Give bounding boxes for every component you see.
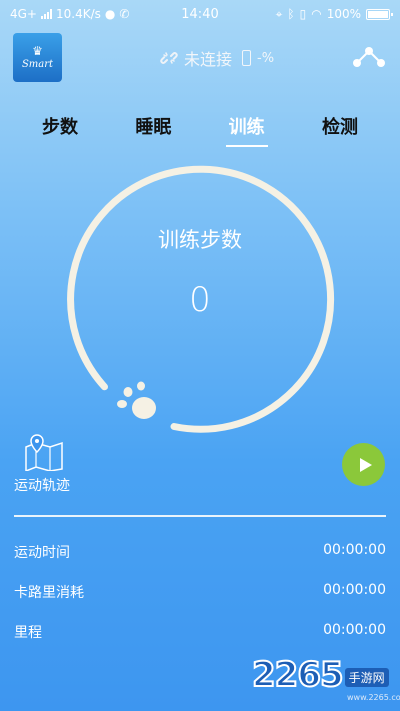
phone-icon: ✆ <box>119 7 130 21</box>
network-speed: 10.4K/s <box>56 7 101 21</box>
tab-bar: 步数 睡眠 训练 检测 <box>40 113 360 147</box>
tab-detect[interactable]: 检测 <box>320 113 360 147</box>
wifi-icon: ◠ <box>311 7 322 21</box>
unlink-icon <box>160 52 178 64</box>
map-pin-icon <box>25 434 63 471</box>
divider <box>14 515 386 517</box>
stat-value: 00:00:00 <box>323 582 386 598</box>
device-battery-icon <box>242 50 252 66</box>
training-steps-value: 0 <box>189 280 211 320</box>
connection-status[interactable]: 未连接 -% <box>160 46 274 70</box>
location-icon: ⌖ <box>275 6 283 21</box>
battery-percent: 100% <box>326 7 361 21</box>
bluetooth-icon: ᛒ <box>287 7 295 21</box>
stat-row-calories: 卡路里消耗 00:00:00 <box>14 582 386 602</box>
stat-row-distance: 里程 00:00:00 <box>14 622 386 642</box>
network-type: 4G+ <box>10 7 37 21</box>
logo-text: Smart <box>21 59 54 70</box>
app-logo[interactable]: ♛ Smart <box>13 33 62 82</box>
vibrate-icon: ▯ <box>299 7 307 21</box>
tab-steps[interactable]: 步数 <box>40 113 80 147</box>
crown-icon: ♛ <box>32 44 43 58</box>
tab-sleep[interactable]: 睡眠 <box>133 113 173 147</box>
stat-label: 运动时间 <box>14 545 70 561</box>
track-button[interactable]: 运动轨迹 <box>14 433 84 495</box>
tab-training[interactable]: 训练 <box>225 113 268 147</box>
battery-icon <box>366 8 393 20</box>
training-steps-label: 训练步数 <box>158 228 242 252</box>
connection-text: 未连接 <box>184 50 233 69</box>
stat-row-time: 运动时间 00:00:00 <box>14 542 386 562</box>
device-battery-percent: -% <box>257 50 275 66</box>
watermark-url: www.2265.com <box>347 693 400 702</box>
message-icon: ● <box>104 7 116 21</box>
signal-icon <box>41 9 52 19</box>
stat-value: 00:00:00 <box>323 622 386 638</box>
status-bar: 4G+ 10.4K/s ● ✆ 14:40 ⌖ ᛒ ▯ ◠ 100% <box>0 0 400 28</box>
share-icon[interactable] <box>352 45 386 69</box>
watermark: 2265 手游网 www.2265.com <box>251 654 400 702</box>
paw-icon <box>117 381 156 419</box>
watermark-number: 2265 <box>251 654 345 696</box>
stat-label: 卡路里消耗 <box>14 585 84 601</box>
watermark-sub: 手游网 <box>344 668 389 687</box>
track-label: 运动轨迹 <box>14 478 70 494</box>
stat-label: 里程 <box>14 625 42 641</box>
stat-value: 00:00:00 <box>323 542 386 558</box>
play-button[interactable] <box>342 443 385 486</box>
